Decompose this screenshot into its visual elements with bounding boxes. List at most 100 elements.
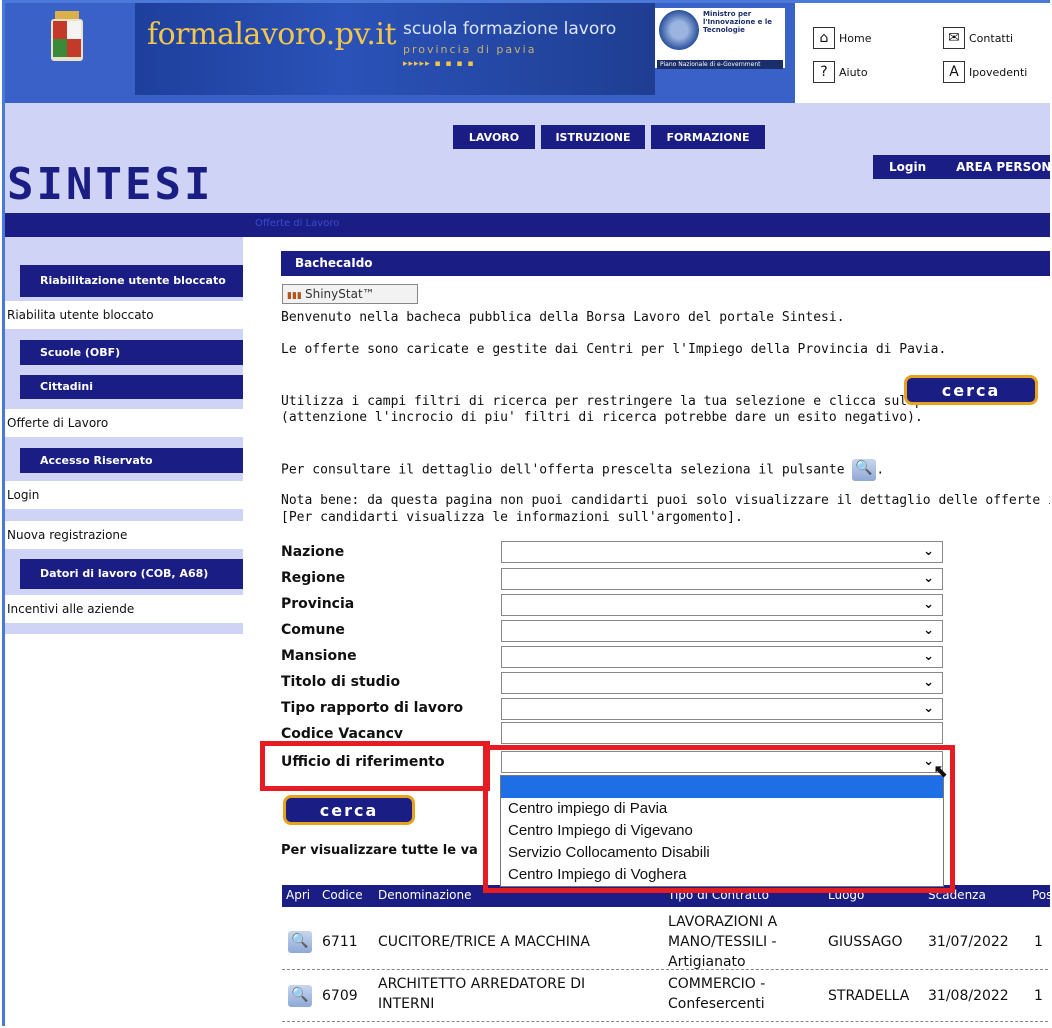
ministry-logo[interactable]: Ministro per l'Innovazione e le Tecnolog…	[655, 8, 785, 69]
row-denominazione: CUCITORE/TRICE A MACCHINA	[378, 934, 590, 950]
chevron-down-icon: ⌄	[923, 623, 934, 638]
brand-subtitle: scuola formazione lavoro	[403, 19, 617, 39]
brand-decoration: ▸▸▸▸▸ ▪ ▪ ▪ ▪	[403, 59, 475, 69]
nav-band: LAVORO ISTRUZIONE FORMAZIONE SINTESI Log…	[5, 103, 1050, 213]
breadcrumb[interactable]: Offerte di Lavoro	[255, 218, 339, 229]
brand-name: formalavoro.pv.it	[147, 17, 397, 52]
cerca-button-top[interactable]: cerca	[904, 375, 1038, 405]
envelope-icon: ✉	[943, 27, 965, 49]
select-regione[interactable]: ⌄	[501, 568, 943, 590]
chevron-down-icon: ⌄	[923, 544, 934, 559]
table-row: 6711 CUCITORE/TRICE A MACCHINA LAVORAZIO…	[282, 911, 1050, 970]
brand-subtitle-province: provincia di pavia	[403, 43, 537, 56]
breadcrumb-bar: Offerte di Lavoro	[5, 213, 1050, 237]
label-provincia: Provincia	[281, 596, 355, 612]
label-mansione: Mansione	[281, 648, 357, 664]
select-mansione[interactable]: ⌄	[501, 646, 943, 668]
home-label: Home	[839, 31, 872, 45]
row-scadenza: 31/08/2022	[928, 988, 1009, 1004]
col-denominazione: Denominazione	[378, 888, 472, 902]
login-link[interactable]: Login	[889, 160, 926, 174]
row-pos: 1	[1034, 934, 1043, 950]
detail-instructions-end: .	[876, 462, 885, 478]
open-detail-button[interactable]	[288, 985, 312, 1007]
sidebar-item-login[interactable]: Login	[5, 481, 243, 509]
select-nazione[interactable]: ⌄	[501, 541, 943, 563]
cerca-button-bottom[interactable]: cerca	[283, 795, 415, 825]
sidebar-item-registrazione[interactable]: Nuova registrazione	[5, 521, 243, 549]
select-tipo-rapporto[interactable]: ⌄	[501, 698, 943, 720]
sintesi-logo[interactable]: SINTESI	[7, 159, 213, 210]
ipovedenti-link[interactable]: A Ipovedenti	[943, 61, 1027, 83]
sidebar-item-offerte[interactable]: Offerte di Lavoro	[5, 409, 243, 437]
top-links: ⌂ Home ✉ Contatti ? Aiuto A Ipovedenti	[795, 3, 1050, 103]
row-codice: 6709	[322, 988, 358, 1004]
row-denominazione-line1: ARCHITETTO ARREDATORE DI	[378, 976, 586, 992]
highlight-box-dropdown	[483, 745, 955, 893]
chevron-down-icon: ⌄	[923, 597, 934, 612]
nav-istruzione[interactable]: ISTRUZIONE	[541, 125, 645, 149]
sidebar-heading-cittadini: Cittadini	[20, 375, 243, 399]
area-personale-link[interactable]: AREA PERSONALE	[956, 160, 1050, 174]
nav-formazione[interactable]: FORMAZIONE	[651, 125, 765, 149]
shinystat-badge[interactable]: ▮▮▮ ShinyStat™	[282, 284, 418, 304]
intro-text: Benvenuto nella bacheca pubblica della B…	[281, 310, 845, 325]
sidebar-item-riabilita[interactable]: Riabilita utente bloccato	[5, 301, 243, 329]
row-codice: 6711	[322, 934, 358, 950]
label-regione: Regione	[281, 570, 346, 586]
note-line1: Nota bene: da questa pagina non puoi can…	[281, 493, 1050, 508]
label-tipo-rapporto: Tipo rapporto di lavoro	[281, 700, 464, 716]
contatti-label: Contatti	[969, 31, 1014, 45]
row-denominazione-line2: INTERNI	[378, 996, 435, 1012]
sidebar-heading-accesso: Accesso Riservato	[20, 448, 243, 473]
row-pos: 1	[1034, 988, 1043, 1004]
note-line2[interactable]: [Per candidarti visualizza le informazio…	[281, 510, 743, 525]
sidebar-item-incentivi[interactable]: Incentivi alle aziende	[5, 595, 243, 623]
chevron-down-icon: ⌄	[923, 571, 934, 586]
nav-lavoro[interactable]: LAVORO	[453, 125, 535, 149]
select-titolo-studio[interactable]: ⌄	[501, 672, 943, 694]
filter-instructions-line2: (attenzione l'incrocio di piu' filtri di…	[281, 410, 923, 425]
select-comune[interactable]: ⌄	[501, 620, 943, 642]
sidebar-heading-datori: Datori di lavoro (COB, A68)	[20, 559, 243, 589]
sidebar-heading-scuole[interactable]: Scuole (OBF)	[20, 340, 243, 365]
home-link[interactable]: ⌂ Home	[813, 27, 871, 49]
open-detail-button[interactable]	[288, 931, 312, 953]
brand-strip: formalavoro.pv.it scuola formazione lavo…	[135, 3, 655, 95]
table-row: 6709 ARCHITETTO ARREDATORE DI INTERNI CO…	[282, 971, 1050, 1022]
view-all-text: Per visualizzare tutte le va	[281, 843, 478, 858]
row-tipo-line2: Confesercenti	[668, 996, 765, 1012]
shinystat-bars-icon: ▮▮▮	[287, 291, 305, 301]
label-nazione: Nazione	[281, 544, 345, 560]
row-tipo-line2: MANO/TESSILI -	[668, 934, 777, 950]
ministry-bar: Piano Nazionale di e-Government	[657, 60, 783, 69]
browser-frame: formalavoro.pv.it scuola formazione lavo…	[2, 0, 1050, 1026]
offers-info-text: Le offerte sono caricate e gestite dai C…	[281, 342, 947, 357]
mouse-cursor-icon: ⬉	[933, 761, 949, 782]
label-titolo-studio: Titolo di studio	[281, 674, 401, 690]
row-luogo: GIUSSAGO	[828, 934, 903, 950]
aiuto-link[interactable]: ? Aiuto	[813, 61, 868, 83]
label-comune: Comune	[281, 622, 345, 638]
row-luogo: STRADELLA	[828, 988, 910, 1004]
coat-of-arms-icon	[51, 11, 83, 61]
select-provincia[interactable]: ⌄	[501, 594, 943, 616]
row-tipo-line1: COMMERCIO -	[668, 976, 766, 992]
row-scadenza: 31/07/2022	[928, 934, 1009, 950]
help-icon: ?	[813, 61, 835, 83]
col-apri: Apri	[286, 888, 311, 902]
row-tipo-line3: Artigianato	[668, 954, 746, 970]
sidebar-heading-riabilitazione: Riabilitazione utente bloccato	[20, 265, 243, 297]
detail-instructions: Per consultare il dettaglio dell'offerta…	[281, 459, 884, 481]
detail-instructions-label: Per consultare il dettaglio dell'offerta…	[281, 462, 845, 478]
chevron-down-icon: ⌄	[923, 675, 934, 690]
aiuto-label: Aiuto	[839, 65, 868, 79]
col-pos: Pos	[1032, 888, 1050, 902]
input-codice-vacancy[interactable]	[501, 722, 943, 744]
accessibility-icon: A	[943, 61, 965, 83]
top-banner: formalavoro.pv.it scuola formazione lavo…	[5, 3, 1050, 103]
highlight-box-label	[260, 741, 490, 791]
contatti-link[interactable]: ✉ Contatti	[943, 27, 1013, 49]
row-tipo-line1: LAVORAZIONI A	[668, 914, 778, 930]
shinystat-label: ShinyStat™	[305, 287, 375, 301]
